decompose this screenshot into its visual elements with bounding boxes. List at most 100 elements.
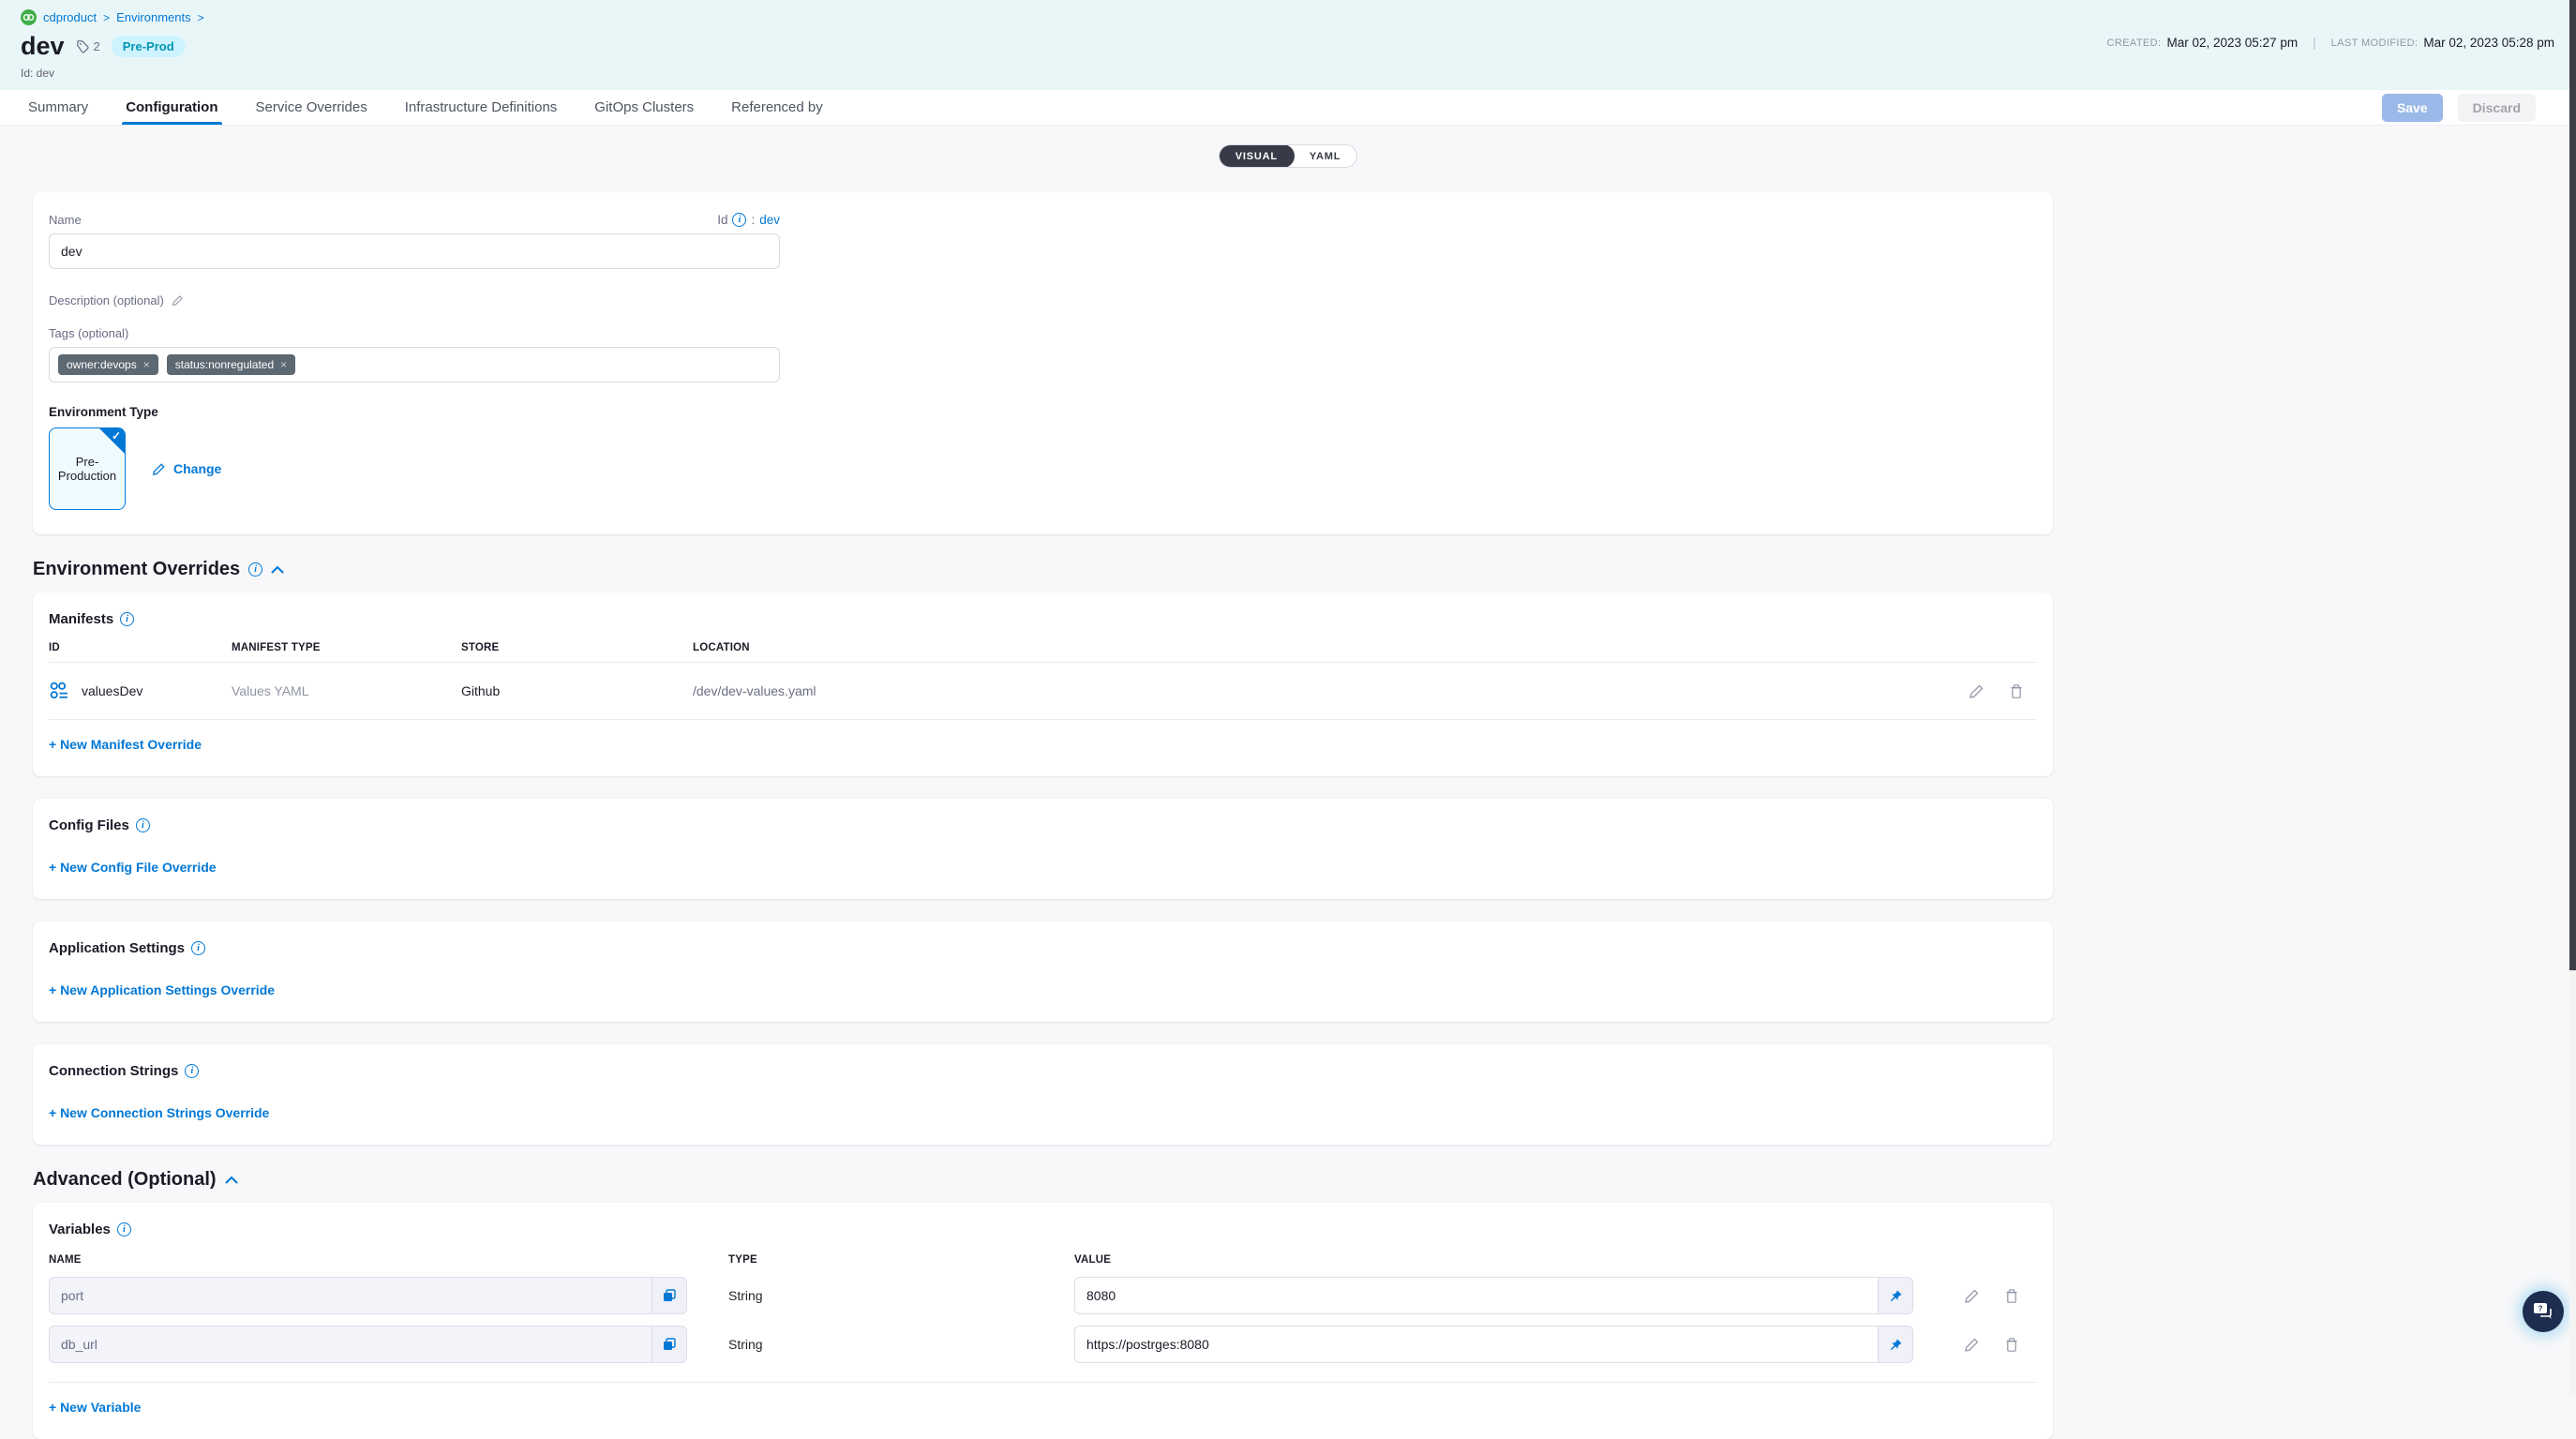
chat-question-icon: ? (2532, 1301, 2554, 1322)
variable-type: String (728, 1288, 1074, 1303)
toggle-visual[interactable]: VISUAL (1219, 144, 1295, 168)
tab-referenced-by[interactable]: Referenced by (731, 90, 823, 125)
env-type-card-label: Pre-Production (53, 455, 121, 483)
application-settings-title-row: Application Settings i (49, 940, 2037, 956)
new-config-file-override-link[interactable]: + New Config File Override (49, 860, 217, 875)
info-icon[interactable]: i (136, 818, 150, 832)
tags-input[interactable]: owner:devops × status:nonregulated × (49, 347, 780, 382)
pin-value-button[interactable] (1878, 1326, 1913, 1363)
breadcrumb-separator: > (103, 11, 110, 24)
toggle-yaml[interactable]: YAML (1294, 145, 1356, 167)
tab-infrastructure-definitions[interactable]: Infrastructure Definitions (405, 90, 558, 125)
info-icon[interactable]: i (191, 941, 205, 955)
variables-title-row: Variables i (49, 1222, 2037, 1237)
new-manifest-override-link[interactable]: + New Manifest Override (49, 737, 202, 752)
trash-icon (2004, 1337, 2019, 1353)
info-icon[interactable]: i (185, 1064, 199, 1078)
pencil-icon (1969, 683, 1984, 699)
application-settings-title: Application Settings (49, 940, 185, 956)
tab-gitops-clusters[interactable]: GitOps Clusters (594, 90, 694, 125)
save-button[interactable]: Save (2382, 94, 2443, 122)
delete-variable-button[interactable] (2004, 1337, 2019, 1353)
variable-row-actions (1964, 1288, 2019, 1304)
info-icon[interactable]: i (248, 562, 262, 577)
info-icon[interactable]: i (120, 612, 134, 626)
change-label: Change (173, 461, 221, 476)
description-label: Description (optional) (49, 293, 164, 307)
copy-variable-button[interactable] (651, 1277, 687, 1314)
new-variable-link[interactable]: + New Variable (49, 1400, 141, 1415)
discard-button[interactable]: Discard (2458, 94, 2536, 122)
variable-type: String (728, 1337, 1074, 1352)
tab-actions: Save Discard (2382, 94, 2536, 122)
environment-overrides-title: Environment Overrides (33, 559, 240, 580)
scrollbar-track[interactable] (2569, 0, 2576, 1397)
delete-variable-button[interactable] (2004, 1288, 2019, 1304)
tab-summary[interactable]: Summary (28, 90, 88, 125)
column-location: LOCATION (693, 642, 2037, 653)
check-icon: ✓ (112, 429, 121, 442)
header-meta: CREATED: Mar 02, 2023 05:27 pm | LAST MO… (2106, 36, 2554, 50)
delete-manifest-button[interactable] (2009, 683, 2024, 699)
new-connection-strings-override-link[interactable]: + New Connection Strings Override (49, 1105, 269, 1120)
id-inline: Id i : dev (717, 213, 780, 227)
variables-title: Variables (49, 1222, 111, 1237)
tag-icon (76, 39, 90, 53)
breadcrumb-separator: > (198, 11, 204, 24)
remove-tag-icon[interactable]: × (143, 359, 150, 370)
tab-service-overrides[interactable]: Service Overrides (256, 90, 367, 125)
id-value-link[interactable]: dev (759, 213, 780, 227)
variables-table-header: NAME TYPE VALUE (49, 1254, 2037, 1266)
meta-divider: | (2313, 36, 2316, 50)
last-modified-label: LAST MODIFIED: (2331, 37, 2419, 49)
connection-strings-title-row: Connection Strings i (49, 1063, 2037, 1079)
config-files-title: Config Files (49, 817, 129, 833)
variable-name-input[interactable] (49, 1326, 651, 1363)
edit-variable-button[interactable] (1964, 1337, 1980, 1353)
variable-value-input[interactable] (1074, 1277, 1878, 1314)
edit-variable-button[interactable] (1964, 1288, 1980, 1304)
info-icon[interactable]: i (732, 213, 746, 227)
tag-count: 2 (76, 39, 100, 53)
tab-bar: Summary Configuration Service Overrides … (0, 90, 2576, 126)
variable-value-input[interactable] (1074, 1326, 1878, 1363)
tags-label: Tags (optional) (49, 326, 2037, 340)
connection-strings-title: Connection Strings (49, 1063, 178, 1079)
env-type-card-pre-production[interactable]: ✓ Pre-Production (49, 427, 126, 510)
tag-count-value: 2 (94, 39, 100, 53)
info-icon[interactable]: i (117, 1222, 131, 1237)
scrollbar-thumb[interactable] (2569, 0, 2576, 970)
manifest-row-actions (1969, 683, 2037, 699)
help-chat-button[interactable]: ? (2523, 1291, 2564, 1332)
new-application-settings-override-link[interactable]: + New Application Settings Override (49, 982, 275, 997)
advanced-title: Advanced (Optional) (33, 1169, 217, 1191)
variable-value-group (1074, 1326, 1913, 1363)
pin-value-button[interactable] (1878, 1277, 1913, 1314)
tab-configuration[interactable]: Configuration (126, 90, 217, 125)
variable-name-group (49, 1326, 687, 1363)
manifest-id: valuesDev (82, 683, 142, 698)
manifests-title-row: Manifests i (49, 611, 2037, 627)
column-manifest-type: MANIFEST TYPE (232, 642, 461, 653)
id-prefix: Id (717, 213, 727, 227)
variable-row: String (49, 1277, 2037, 1314)
variable-value-group (1074, 1277, 1913, 1314)
view-toggle-row: VISUAL YAML (0, 126, 2576, 168)
manifests-title: Manifests (49, 611, 113, 627)
chevron-up-icon[interactable] (271, 565, 284, 574)
breadcrumb-project-link[interactable]: cdproduct (43, 10, 97, 24)
breadcrumb-environments-link[interactable]: Environments (116, 10, 190, 24)
visual-yaml-toggle: VISUAL YAML (1219, 144, 1358, 168)
chevron-up-icon[interactable] (225, 1176, 238, 1184)
remove-tag-icon[interactable]: × (280, 359, 287, 370)
pre-prod-badge: Pre-Prod (112, 36, 186, 57)
edit-description-icon[interactable] (172, 294, 184, 307)
variable-name-input[interactable] (49, 1277, 651, 1314)
name-input[interactable] (49, 233, 780, 269)
change-env-type-link[interactable]: Change (152, 461, 221, 476)
manifests-card: Manifests i ID MANIFEST TYPE STORE LOCAT… (33, 592, 2053, 776)
config-files-card: Config Files i + New Config File Overrid… (33, 799, 2053, 899)
column-name: NAME (49, 1254, 728, 1266)
copy-variable-button[interactable] (651, 1326, 687, 1363)
edit-manifest-button[interactable] (1969, 683, 1984, 699)
